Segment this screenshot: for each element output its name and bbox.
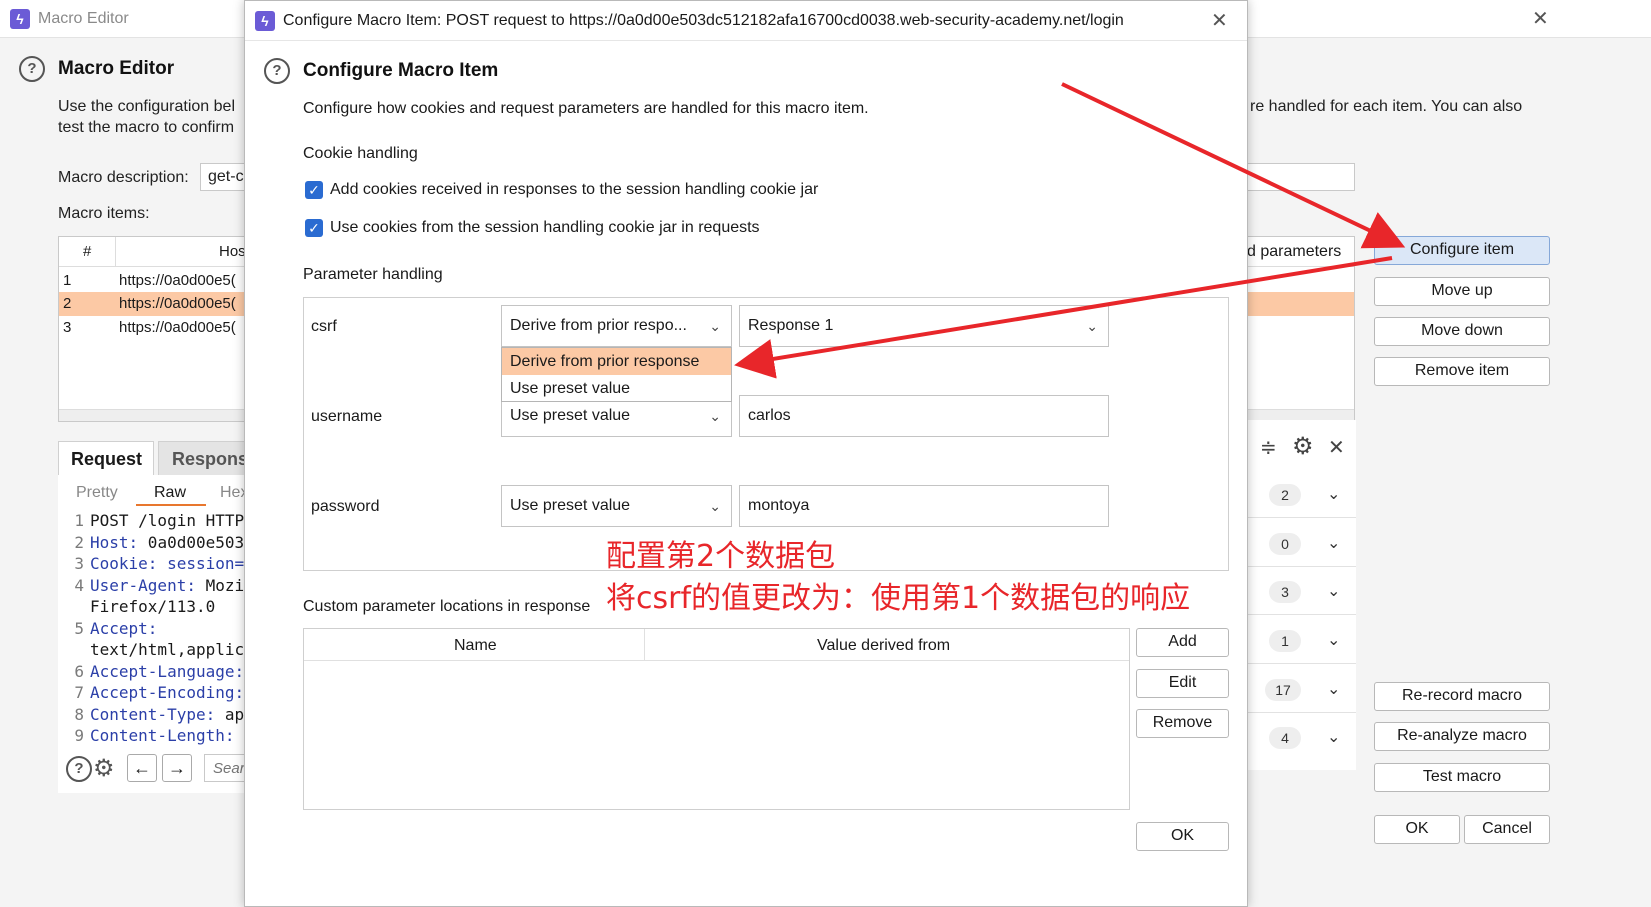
annotation-arrow-to-configure xyxy=(1061,82,1406,249)
annotation-arrows xyxy=(734,82,1406,379)
annotation-arrow-to-dropdown xyxy=(734,256,1393,379)
